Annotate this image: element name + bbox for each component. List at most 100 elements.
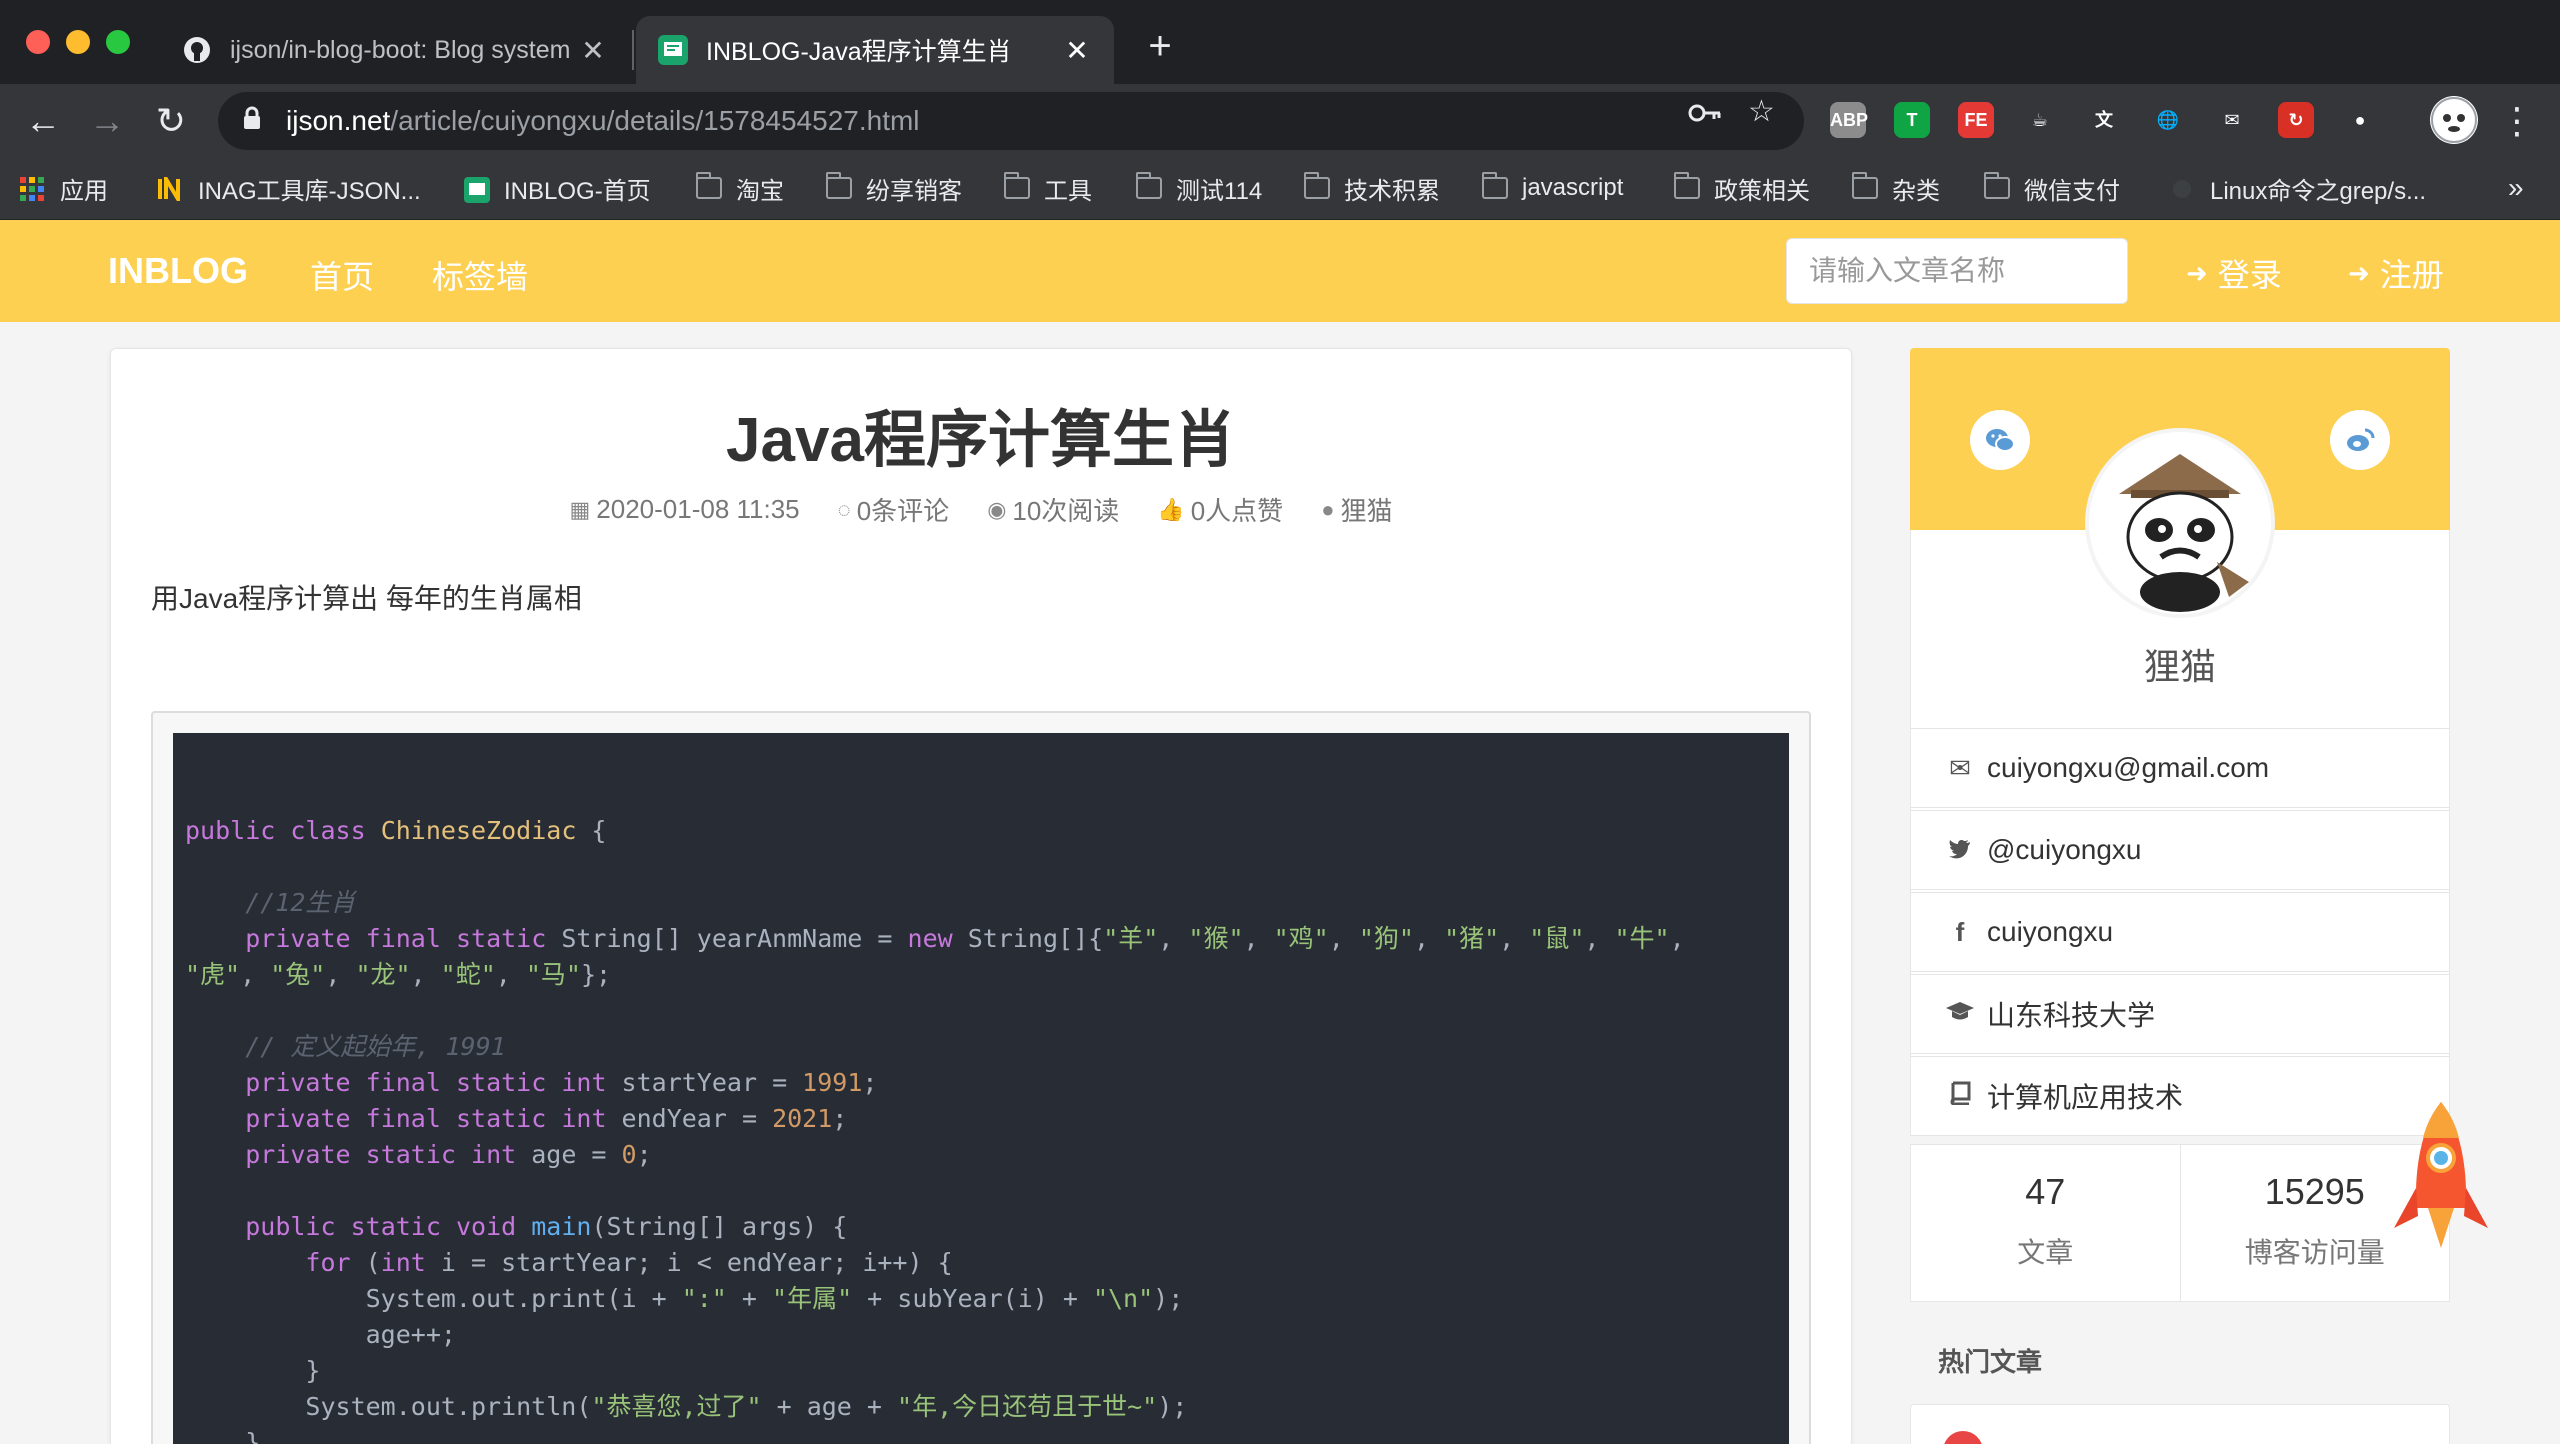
comments-text: 0条评论	[856, 496, 950, 526]
code-line: public class ChineseZodiac {	[185, 816, 607, 845]
views-text: 10次阅读	[1012, 496, 1120, 526]
bookmark-item[interactable]: 技术积累	[1304, 168, 1440, 208]
folder-icon	[696, 172, 722, 199]
hot-articles-heading: 热门文章	[1938, 1347, 2043, 1377]
calendar-icon: ▦	[569, 496, 591, 522]
tab-github[interactable]: ijson/in-blog-boot: Blog system ✕	[160, 16, 630, 84]
code-block: public class ChineseZodiac { //12生肖 priv…	[151, 711, 1811, 1444]
code-line: System.out.println("恭喜您,过了" + age + "年,今…	[185, 1392, 1188, 1421]
profile-name: 狸猫	[2143, 646, 2216, 687]
back-button[interactable]: ←	[18, 96, 68, 146]
new-tab-button[interactable]: +	[1138, 24, 1182, 68]
key-icon[interactable]	[1688, 98, 1722, 136]
meta-comments[interactable]: ◌ 0条评论	[838, 491, 950, 528]
meta-author[interactable]: ● 狸猫	[1321, 491, 1392, 528]
apps-grid-icon	[20, 177, 46, 201]
globe-icon[interactable]: 🌐	[2150, 102, 2186, 138]
tab-separator	[632, 30, 634, 70]
menu-icon[interactable]: ⋮	[2492, 96, 2542, 146]
folder-icon	[1482, 172, 1508, 199]
tab-title: ijson/in-blog-boot: Blog system	[230, 35, 571, 64]
zoom-window-button[interactable]	[106, 30, 130, 54]
avatar[interactable]	[2430, 96, 2478, 144]
wechat-icon[interactable]	[1970, 410, 2030, 470]
bookmark-item[interactable]: INAG工具库-JSON...	[158, 168, 421, 208]
close-window-button[interactable]	[26, 30, 50, 54]
meta-likes[interactable]: 👍 0人点赞	[1157, 491, 1283, 528]
search-input[interactable]	[1786, 238, 2128, 304]
hot-articles-card	[1910, 1404, 2450, 1444]
reload-button[interactable]: ↻	[146, 96, 196, 146]
code-line: "虎", "兔", "龙", "蛇", "马"};	[185, 960, 612, 989]
address-bar[interactable]: ijson.net/article/cuiyongxu/details/1578…	[218, 92, 1804, 150]
brand-logo[interactable]: INBLOG	[108, 250, 248, 292]
bookmark-label: 工具	[1044, 177, 1092, 205]
back-to-top-rocket-icon[interactable]	[2386, 1098, 2496, 1268]
profile-card: 狸猫 ✉ cuiyongxu@gmail.com @cuiyongxu f cu…	[1910, 348, 2450, 1302]
bookmark-item[interactable]: 淘宝	[696, 168, 784, 208]
school-text: 山东科技大学	[1987, 1000, 2156, 1031]
folder-icon	[826, 172, 852, 199]
colorful-ball-icon[interactable]: ●	[2342, 102, 2378, 138]
java-icon[interactable]: ☕	[2022, 102, 2058, 138]
article-summary: 用Java程序计算出 每年的生肖属相	[151, 583, 582, 614]
register-link[interactable]: ➜ 注册	[2348, 250, 2444, 296]
facebook-row[interactable]: f cuiyongxu	[1910, 892, 2450, 972]
close-icon[interactable]: ✕	[1062, 34, 1092, 67]
weibo-icon[interactable]	[2330, 410, 2390, 470]
bookmark-label: Linux命令之grep/s...	[2210, 177, 2427, 205]
bookmark-item[interactable]: Linux命令之grep/s...	[2170, 168, 2426, 208]
tampermonkey-icon[interactable]: T	[1894, 102, 1930, 138]
bookmark-item[interactable]: 纷享销客	[826, 168, 962, 208]
avatar[interactable]	[2085, 428, 2275, 618]
bookmark-label: 政策相关	[1714, 177, 1810, 205]
fe-helper-icon[interactable]: FE	[1958, 102, 1994, 138]
sync-icon[interactable]: ↻	[2278, 102, 2314, 138]
bookmark-label: INAG工具库-JSON...	[198, 177, 421, 205]
bookmark-label: 测试114	[1176, 177, 1263, 205]
code-line: }	[185, 1428, 261, 1444]
folder-icon	[1136, 172, 1162, 199]
article-title: Java程序计算生肖	[726, 406, 1236, 475]
school-row: 山东科技大学	[1910, 974, 2450, 1054]
forward-button[interactable]: →	[82, 96, 132, 146]
bookmark-item[interactable]: 工具	[1004, 168, 1092, 208]
bookmark-item[interactable]: 杂类	[1852, 168, 1940, 208]
code-line: private static int age = 0;	[245, 1140, 652, 1169]
browser-toolbar: ← → ↻ ijson.net/article/cuiyongxu/detail…	[0, 84, 2560, 158]
code-line: // 定义起始年, 1991	[185, 1032, 506, 1061]
meta-date: ▦ 2020-01-08 11:35	[569, 491, 799, 528]
bookmark-item[interactable]: javascript	[1482, 168, 1623, 208]
bookmarks-overflow-button[interactable]: »	[2508, 168, 2524, 208]
bookmark-item[interactable]: 测试114	[1136, 168, 1262, 208]
nav-home-link[interactable]: 首页	[310, 252, 374, 298]
thumbs-up-icon: 👍	[1157, 496, 1185, 522]
abp-icon[interactable]: ABP	[1830, 102, 1868, 138]
code-line: System.out.print(i + ":" + "年属" + subYea…	[185, 1284, 1184, 1313]
profile-stats: 47 文章 15295 博客访问量	[1910, 1144, 2450, 1302]
graduation-cap-icon	[1945, 999, 1975, 1030]
minimize-window-button[interactable]	[66, 30, 90, 54]
twitter-icon	[1945, 835, 1975, 866]
bookmark-item[interactable]: INBLOG-首页	[464, 168, 651, 208]
mail-icon[interactable]: ✉	[2214, 102, 2250, 138]
hot-article-dot	[1943, 1431, 1983, 1444]
book-icon	[1945, 1081, 1975, 1112]
bookmark-item[interactable]: 微信支付	[1984, 168, 2120, 208]
bookmark-item[interactable]: 应用	[20, 168, 108, 208]
folder-icon	[1304, 172, 1330, 199]
login-link[interactable]: ➜ 登录	[2186, 250, 2282, 296]
translate-icon[interactable]: 文	[2086, 102, 2122, 138]
twitter-row[interactable]: @cuiyongxu	[1910, 810, 2450, 890]
star-icon[interactable]: ☆	[1748, 94, 1775, 129]
stat-label: 文章	[2017, 1237, 2074, 1268]
stat-articles[interactable]: 47 文章	[1911, 1145, 2180, 1301]
bookmark-item[interactable]: 政策相关	[1674, 168, 1810, 208]
tab-inblog[interactable]: INBLOG-Java程序计算生肖 ✕	[636, 16, 1114, 84]
nav-tags-link[interactable]: 标签墙	[432, 252, 528, 298]
author-text: 狸猫	[1340, 496, 1393, 526]
email-row[interactable]: ✉ cuiyongxu@gmail.com	[1910, 728, 2450, 808]
close-icon[interactable]: ✕	[578, 34, 608, 67]
